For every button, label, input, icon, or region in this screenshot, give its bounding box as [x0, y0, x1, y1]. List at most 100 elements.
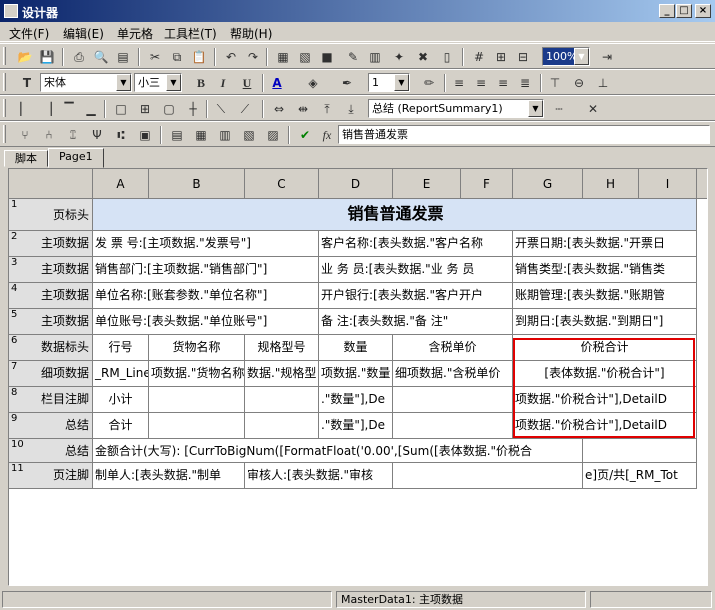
tab-script[interactable]: 脚本 [4, 150, 48, 167]
border-left-icon[interactable]: ▏ [16, 100, 34, 118]
cell[interactable]: 数量 [319, 335, 393, 361]
insert-col-icon[interactable]: ⤓ [342, 100, 360, 118]
row-header[interactable]: 2 主项数据 [9, 231, 93, 257]
border-outer-icon[interactable]: ▢ [160, 100, 178, 118]
cell[interactable] [149, 387, 245, 413]
new-band-icon[interactable]: ✦ [390, 48, 408, 66]
line-style-icon[interactable]: ┄ [550, 100, 568, 118]
cell[interactable]: 客户名称:[表头数据."客户名称 [319, 231, 513, 257]
menu-edit[interactable]: 编辑(E) [63, 25, 104, 42]
menu-file[interactable]: 文件(F) [9, 25, 49, 42]
font-color-icon[interactable]: A [268, 74, 286, 92]
merge-cells-icon[interactable]: ⇔ [270, 100, 288, 118]
cell[interactable]: 单位账号:[表头数据."单位账号"] [93, 309, 319, 335]
line-color-icon[interactable]: ✒ [338, 74, 356, 92]
close-button[interactable]: × [695, 4, 711, 18]
formula-input[interactable]: 销售普通发票 [338, 125, 710, 144]
italic-icon[interactable]: I [214, 74, 232, 92]
minimize-button[interactable]: _ [659, 4, 675, 18]
cell[interactable]: 开票日期:[表头数据."开票日 [513, 231, 697, 257]
calc-icon[interactable]: ▤ [168, 126, 186, 144]
report-grid[interactable]: A B C D E F G H I 1 页标头 2 主项数据 3 主项数据 4 主项数据… [8, 168, 708, 586]
menu-toolbar[interactable]: 工具栏(T) [164, 25, 217, 42]
cell[interactable] [393, 413, 513, 439]
row-header[interactable]: 4 主项数据 [9, 283, 93, 309]
line-width-select[interactable]: 1 ▼ [368, 73, 410, 92]
delete-band-icon[interactable]: ✖ [414, 48, 432, 66]
page-setup-icon[interactable]: ▤ [114, 48, 132, 66]
row-header[interactable]: 9 总结 [9, 413, 93, 439]
col-header[interactable]: F [461, 169, 513, 199]
cell[interactable]: 货物名称 [149, 335, 245, 361]
cut-icon[interactable]: ✂ [146, 48, 164, 66]
paste-icon[interactable]: 📋 [190, 48, 208, 66]
cell[interactable] [245, 387, 319, 413]
row-header[interactable]: 1 页标头 [9, 199, 93, 231]
cell[interactable]: e]页/共[_RM_Tot [583, 463, 697, 489]
zoom-select[interactable]: 100% ▼ [542, 47, 590, 66]
valign-middle-icon[interactable]: ⊖ [570, 74, 588, 92]
row-header[interactable]: 7 细项数据 [9, 361, 93, 387]
cell[interactable]: 到期日:[表头数据."到期日"] [513, 309, 697, 335]
insert-table-icon[interactable]: ▥ [366, 48, 384, 66]
border-inner-icon[interactable]: ┼ [184, 100, 202, 118]
cell[interactable] [393, 463, 583, 489]
col-header[interactable]: D [319, 169, 393, 199]
bold-icon[interactable]: B [192, 74, 210, 92]
cell[interactable]: 制单人:[表头数据."制单 [93, 463, 245, 489]
border-bottom-icon[interactable]: ▁ [82, 100, 100, 118]
sum-icon[interactable]: ▦ [192, 126, 210, 144]
cell[interactable]: 合计 [93, 413, 149, 439]
cell[interactable]: 销售类型:[表头数据."销售类 [513, 257, 697, 283]
exit-icon[interactable]: ⇥ [598, 48, 616, 66]
cell[interactable] [393, 387, 513, 413]
fork-icon[interactable]: Ψ [88, 126, 106, 144]
menu-help[interactable]: 帮助(H) [230, 25, 272, 42]
cell[interactable]: 金额合计(大写): [CurrToBigNum([FormatFloat('0.… [93, 439, 583, 463]
band-select[interactable]: 总结 (ReportSummary1) ▼ [368, 99, 544, 118]
chart-icon[interactable]: ▧ [240, 126, 258, 144]
print-icon[interactable]: ⎙ [70, 48, 88, 66]
cell[interactable]: 小计 [93, 387, 149, 413]
split-cells-icon[interactable]: ⇹ [294, 100, 312, 118]
row-header[interactable]: 11 页注脚 [9, 463, 93, 489]
cell[interactable]: 业 务 员:[表头数据."业 务 员 [319, 257, 513, 283]
cell[interactable]: 项数据."货物名称 [149, 361, 245, 387]
diagonal-up-icon[interactable]: ⟋ [236, 100, 254, 118]
cell[interactable]: 项数据."数量 [319, 361, 393, 387]
cell[interactable]: 备 注:[表头数据."备 注" [319, 309, 513, 335]
tree-edit-icon[interactable]: ⑄ [64, 126, 82, 144]
report-title-cell[interactable]: 销售普通发票 [93, 199, 697, 231]
underline-icon[interactable]: U [238, 74, 256, 92]
font-size-select[interactable]: 小三 ▼ [134, 73, 182, 92]
maximize-button[interactable]: □ [676, 4, 692, 18]
menu-cell[interactable]: 单元格 [117, 25, 153, 42]
col-header[interactable]: H [583, 169, 639, 199]
row-header[interactable]: 10 总结 [9, 439, 93, 463]
align-left-icon[interactable]: ≡ [450, 74, 468, 92]
function-icon[interactable]: fx [318, 126, 336, 144]
border-none-icon[interactable]: □ [112, 100, 130, 118]
col-header[interactable]: I [639, 169, 697, 199]
cell[interactable]: ."数量"],De [319, 387, 393, 413]
col-header[interactable]: G [513, 169, 583, 199]
cell[interactable]: 开户银行:[表头数据."客户开户 [319, 283, 513, 309]
group-icon[interactable]: ■ [318, 48, 336, 66]
print-preview-icon[interactable]: 🔍 [92, 48, 110, 66]
cell[interactable]: 含税单价 [393, 335, 513, 361]
confirm-formula-icon[interactable]: ✔ [296, 126, 314, 144]
cell[interactable]: 单位名称:[账套参数."单位名称"] [93, 283, 319, 309]
send-back-icon[interactable]: ▧ [296, 48, 314, 66]
col-header[interactable]: B [149, 169, 245, 199]
align-right-icon[interactable]: ≡ [494, 74, 512, 92]
row-header[interactable]: 3 主项数据 [9, 257, 93, 283]
col-header[interactable]: C [245, 169, 319, 199]
col-header[interactable]: E [393, 169, 461, 199]
tree-icon[interactable]: ⑂ [16, 126, 34, 144]
valign-bottom-icon[interactable]: ⊥ [594, 74, 612, 92]
cell[interactable]: 销售部门:[主项数据."销售部门"] [93, 257, 319, 283]
fork-edit-icon[interactable]: ⑆ [112, 126, 130, 144]
border-top-icon[interactable]: ▔ [60, 100, 78, 118]
cell[interactable]: 行号 [93, 335, 149, 361]
cell[interactable]: 发 票 号:[主项数据."发票号"] [93, 231, 319, 257]
